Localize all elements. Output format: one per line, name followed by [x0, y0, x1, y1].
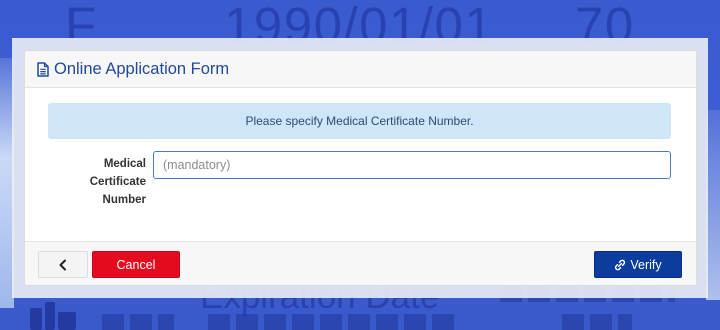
- medical-certificate-number-label: Medical Certificate Number: [89, 158, 146, 206]
- medical-certificate-number-input[interactable]: [153, 151, 671, 179]
- background-blurred-text: [208, 314, 458, 330]
- dialog-title: Online Application Form: [54, 59, 230, 78]
- background-blurred-text: [562, 314, 632, 330]
- info-alert: Please specify Medical Certificate Numbe…: [48, 103, 671, 139]
- link-icon: [614, 259, 626, 271]
- dialog-footer: Cancel Verify: [25, 241, 696, 285]
- chevron-left-icon: [58, 259, 68, 271]
- background-light-right: [706, 110, 720, 300]
- cancel-button-label: Cancel: [116, 257, 156, 272]
- back-button[interactable]: [38, 251, 88, 278]
- alert-message: Please specify Medical Certificate Numbe…: [245, 114, 474, 128]
- document-icon: [37, 61, 49, 77]
- application-form-dialog: Online Application Form Please specify M…: [24, 50, 697, 286]
- verify-button-label: Verify: [630, 257, 662, 272]
- verify-button[interactable]: Verify: [594, 251, 682, 278]
- background-blurred-text: [102, 314, 174, 330]
- cancel-button[interactable]: Cancel: [92, 251, 180, 278]
- background-emblem: [58, 312, 76, 330]
- dialog-header: Online Application Form: [25, 51, 696, 88]
- background-emblem: [30, 308, 42, 330]
- background-emblem: [45, 302, 55, 330]
